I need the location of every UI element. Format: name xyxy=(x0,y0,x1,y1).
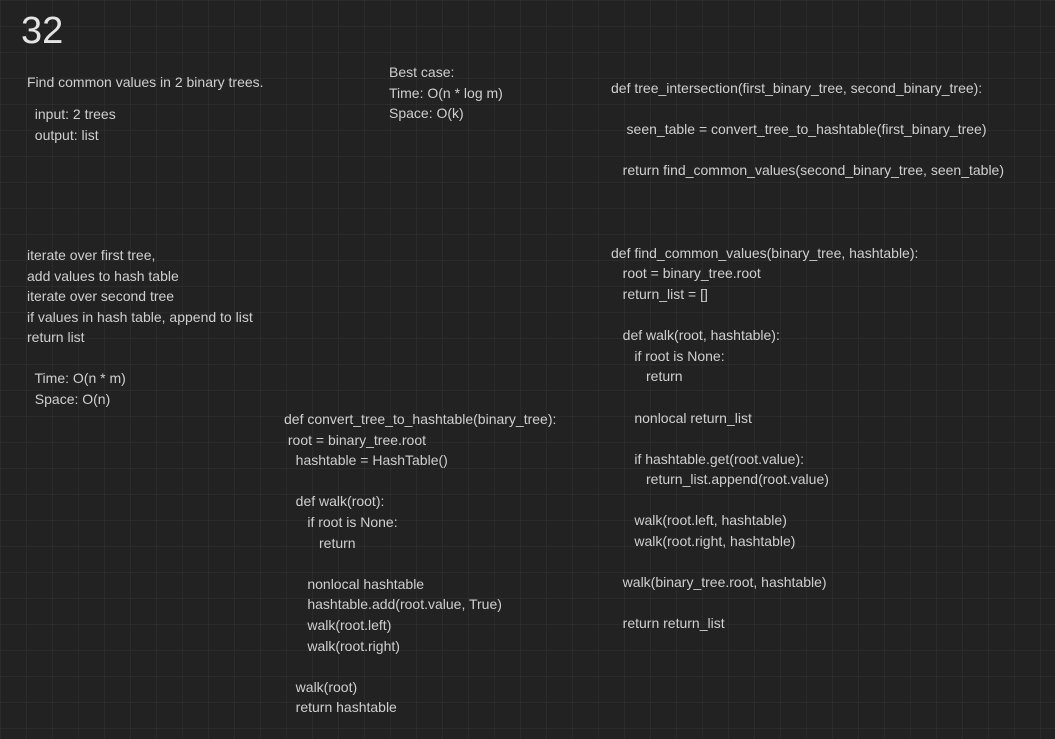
note-line: Time: O(n * m) xyxy=(27,370,126,386)
note-line: if root is None: xyxy=(284,513,398,530)
note-line: Time: O(n * log m) xyxy=(389,84,503,101)
note-line xyxy=(611,305,1004,326)
note-line: if values in hash table, append to list xyxy=(27,308,253,325)
note-line: root = binary_tree.root xyxy=(611,265,761,282)
tree-intersection-code[interactable]: def tree_intersection(first_binary_tree,… xyxy=(611,78,1004,634)
note-line xyxy=(284,471,556,492)
note-line: input: 2 trees xyxy=(27,106,116,122)
note-line: nonlocal return_list xyxy=(611,409,752,426)
convert-tree-to-hashtable-code[interactable]: def convert_tree_to_hashtable(binary_tre… xyxy=(284,409,556,718)
note-line xyxy=(611,202,1004,223)
note-line: walk(root.right) xyxy=(284,637,400,654)
note-line xyxy=(284,656,556,677)
complexity-note[interactable]: Time: O(n * m) Space: O(n) xyxy=(27,368,126,409)
note-line: walk(root) xyxy=(284,678,358,695)
note-line: return hashtable xyxy=(284,699,397,716)
algorithm-steps-note[interactable]: iterate over first tree, add values to ha… xyxy=(27,245,253,348)
note-line: return return_list xyxy=(611,615,725,632)
note-line: def walk(root, hashtable): xyxy=(611,327,780,344)
note-line: iterate over first tree, xyxy=(27,247,156,263)
note-line xyxy=(611,181,1004,202)
note-line xyxy=(611,428,1004,449)
note-line: walk(root.right, hashtable) xyxy=(611,533,796,550)
problem-statement-note[interactable]: Find common values in 2 binary trees. xyxy=(27,72,264,93)
best-case-complexity-note[interactable]: Best case: Time: O(n * log m) Space: O(k) xyxy=(389,62,503,124)
note-line xyxy=(611,222,1004,243)
note-line: def convert_tree_to_hashtable(binary_tre… xyxy=(284,411,557,427)
note-line: if hashtable.get(root.value): xyxy=(611,450,804,467)
note-line: root = binary_tree.root xyxy=(284,431,427,448)
page-number: 32 xyxy=(21,10,64,52)
note-line xyxy=(611,490,1004,511)
note-line xyxy=(611,99,1004,120)
note-line: Find common values in 2 binary trees. xyxy=(27,74,264,90)
note-line: seen_table = convert_tree_to_hashtable(f… xyxy=(611,121,987,138)
note-line xyxy=(611,387,1004,408)
note-line xyxy=(611,552,1004,573)
note-line: walk(binary_tree.root, hashtable) xyxy=(611,574,827,591)
note-line: return list xyxy=(27,329,85,346)
note-line: hashtable = HashTable() xyxy=(284,452,448,469)
note-line: walk(root.left, hashtable) xyxy=(611,512,787,529)
note-line xyxy=(284,553,556,574)
note-line: Space: O(n) xyxy=(27,390,111,407)
note-line: return find_common_values(second_binary_… xyxy=(611,162,1005,179)
note-line: def walk(root): xyxy=(284,493,385,510)
note-line: iterate over second tree xyxy=(27,288,175,305)
note-line: return_list.append(root.value) xyxy=(611,471,829,488)
note-line: Best case: xyxy=(389,64,455,80)
note-line xyxy=(611,140,1004,161)
note-line: hashtable.add(root.value, True) xyxy=(284,596,502,613)
note-line: walk(root.left) xyxy=(284,616,392,633)
note-line: nonlocal hashtable xyxy=(284,575,425,592)
note-line: if root is None: xyxy=(611,347,725,364)
input-output-note[interactable]: input: 2 trees output: list xyxy=(27,104,116,145)
note-line: def find_common_values(binary_tree, hash… xyxy=(611,244,919,261)
note-line xyxy=(611,593,1004,614)
note-line: return xyxy=(611,368,683,385)
note-line: return_list = [] xyxy=(611,285,708,302)
note-line: return xyxy=(284,534,356,551)
note-line: add values to hash table xyxy=(27,267,179,284)
note-line: Space: O(k) xyxy=(389,105,464,122)
note-line: output: list xyxy=(27,126,99,143)
note-line: def tree_intersection(first_binary_tree,… xyxy=(611,80,983,96)
